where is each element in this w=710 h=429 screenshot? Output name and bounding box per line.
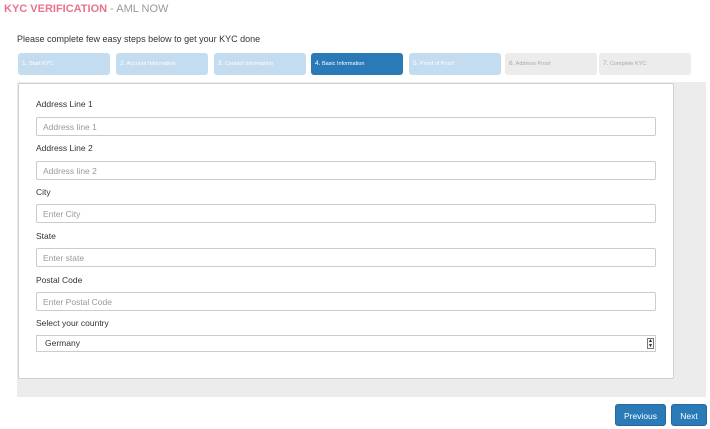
step-number: 2. [120,60,126,67]
step-3[interactable]: 3. Contact Information [214,53,306,75]
address-line-1-input[interactable] [36,117,656,136]
address-line-1-label: Address Line 1 [36,99,93,109]
brand-title: KYC VERIFICATION [4,3,108,15]
step-label: Start KYC [28,61,54,67]
step-4[interactable]: 4. Basic Information [311,53,403,75]
next-button[interactable]: Next [671,404,707,426]
step-label: Proof of Proof [419,61,454,67]
city-label: City [36,187,51,197]
step-progress: 1. Start KYC 2. Account Information 3. C… [18,53,698,75]
step-number: 6. [509,60,515,67]
step-label: Address Proof [515,61,551,67]
step-number: 7. [603,60,609,67]
address-line-2-label: Address Line 2 [36,143,93,153]
page-header: KYC VERIFICATION - AML NOW [4,2,168,16]
step-label: Complete KYC [609,61,647,67]
state-label: State [36,231,56,241]
address-line-2-input[interactable] [36,161,656,180]
previous-button[interactable]: Previous [615,404,666,426]
step-6[interactable]: 6. Address Proof [505,53,597,75]
brand-subtitle: - AML NOW [107,3,169,15]
step-label: Basic Information [321,61,365,67]
step-label: Account Information [126,61,176,67]
select-arrow-icon[interactable]: ▲ ▼ [647,338,654,349]
step-number: 1. [22,60,28,67]
step-number: 4. [315,60,321,67]
step-number: 3. [218,60,224,67]
country-select[interactable]: Germany ▲ ▼ [36,335,656,352]
country-label: Select your country [36,318,109,328]
city-input[interactable] [36,204,656,223]
postal-code-label: Postal Code [36,275,83,285]
step-5[interactable]: 5. Proof of Proof [409,53,501,75]
step-number: 5. [413,60,419,67]
country-selected-value: Germany [45,338,80,348]
step-1[interactable]: 1. Start KYC [18,53,110,75]
state-input[interactable] [36,248,656,267]
step-7[interactable]: 7. Complete KYC [599,53,691,75]
intro-text: Please complete few easy steps below to … [17,34,261,44]
postal-code-input[interactable] [36,292,656,311]
step-label: Contact Information [224,61,273,67]
step-2[interactable]: 2. Account Information [116,53,208,75]
